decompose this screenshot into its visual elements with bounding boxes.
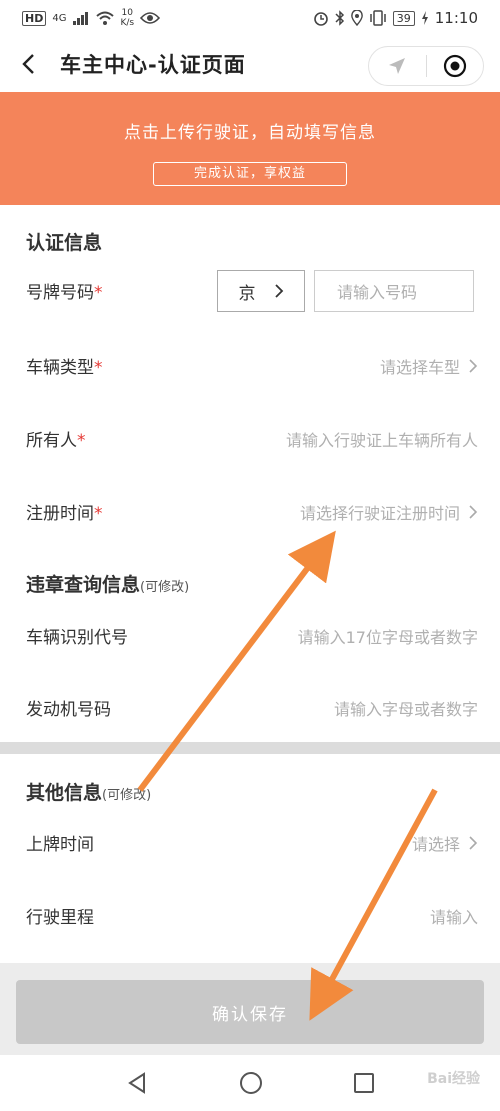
vehicle-type-label-text: 车辆类型: [26, 358, 94, 378]
upload-license-banner[interactable]: 点击上传行驶证，自动填写信息 完成认证，享权益: [0, 92, 500, 205]
chevron-right-icon: [469, 836, 478, 850]
bluetooth-icon: [335, 10, 344, 26]
clock: 11:10: [434, 9, 478, 27]
chevron-right-icon: [274, 284, 283, 298]
engine-number-label: 发动机号码: [26, 700, 111, 720]
vehicle-type-label: 车辆类型*: [26, 353, 103, 378]
banner-text: 点击上传行驶证，自动填写信息: [124, 123, 376, 143]
row-owner[interactable]: 所有人* 请输入行驶证上车辆所有人: [0, 418, 500, 458]
confirm-save-button[interactable]: 确认保存: [16, 980, 484, 1044]
mileage-label: 行驶里程: [26, 908, 94, 928]
back-button[interactable]: [16, 52, 40, 76]
system-nav-bar: [0, 1055, 500, 1111]
network-indicator: 4G: [52, 12, 67, 24]
editable-note: (可修改): [140, 580, 190, 595]
network-speed: 10 K/s: [120, 8, 134, 28]
vehicle-type-select[interactable]: 请选择车型: [380, 354, 478, 378]
battery-indicator: 39: [392, 10, 415, 26]
required-mark: *: [94, 358, 103, 378]
register-time-select[interactable]: 请选择行驶证注册时间: [300, 500, 478, 524]
banner-button[interactable]: 完成认证，享权益: [153, 162, 347, 186]
home-circle-icon[interactable]: [239, 1071, 263, 1095]
plate-number-label: 号牌号码*: [26, 278, 103, 303]
row-plate-time[interactable]: 上牌时间 请选择: [0, 822, 500, 862]
charging-icon: [421, 11, 428, 25]
location-button[interactable]: [369, 47, 426, 85]
section-divider: [0, 742, 500, 754]
owner-label: 所有人*: [26, 426, 86, 451]
section-title-cert: 认证信息: [26, 232, 103, 254]
speed-unit: K/s: [120, 18, 135, 28]
plate-time-placeholder: 请选择: [411, 835, 460, 854]
register-time-label: 注册时间*: [26, 499, 103, 524]
plate-time-label: 上牌时间: [26, 835, 94, 855]
hd-indicator: HD: [22, 10, 47, 26]
vehicle-type-placeholder: 请选择车型: [379, 358, 460, 377]
plate-number-input[interactable]: 请输入号码: [314, 270, 474, 312]
editable-note: (可修改): [102, 788, 152, 803]
page-title: 车主中心-认证页面: [60, 53, 246, 77]
owner-label-text: 所有人: [26, 431, 77, 451]
owner-input[interactable]: 请输入行驶证上车辆所有人: [286, 427, 478, 451]
chevron-right-icon: [469, 505, 478, 519]
speed-value: 10: [121, 8, 133, 18]
section-title-other: 其他信息(可修改): [26, 778, 151, 805]
alarm-icon: [313, 12, 328, 26]
register-time-placeholder: 请选择行驶证注册时间: [299, 504, 460, 523]
bottom-action-bar: 确认保存: [0, 963, 500, 1055]
back-triangle-icon[interactable]: [125, 1071, 149, 1095]
row-register-time[interactable]: 注册时间* 请选择行驶证注册时间: [0, 491, 500, 531]
other-title-text: 其他信息: [26, 782, 103, 804]
status-bar: HD 4G 10 K/s 39 11:10: [0, 0, 500, 36]
row-vin[interactable]: 车辆识别代号 请输入17位字母或者数字: [0, 615, 500, 655]
vin-input[interactable]: 请输入17位字母或者数字: [298, 624, 478, 648]
signal-icon: [73, 12, 89, 25]
back-arrow-icon: [22, 54, 34, 74]
miniprogram-capsule: [368, 46, 484, 86]
vin-label: 车辆识别代号: [26, 628, 128, 648]
row-vehicle-type[interactable]: 车辆类型* 请选择车型: [0, 345, 500, 385]
row-engine-number[interactable]: 发动机号码 请输入字母或者数字: [0, 687, 500, 727]
engine-number-input[interactable]: 请输入字母或者数字: [334, 696, 478, 720]
section-title-violation: 违章查询信息(可修改): [26, 570, 189, 597]
location-icon: [350, 10, 363, 26]
required-mark: *: [94, 283, 103, 303]
violation-title-text: 违章查询信息: [26, 574, 141, 596]
mileage-input[interactable]: 请输入: [430, 904, 478, 928]
register-time-label-text: 注册时间: [26, 504, 94, 524]
row-plate-number: 号牌号码* 京 请输入号码: [0, 270, 500, 312]
target-icon: [443, 54, 466, 78]
baidu-watermark: Bai经验: [427, 1071, 480, 1087]
chevron-right-icon: [469, 359, 478, 373]
required-mark: *: [94, 504, 103, 524]
vibrate-icon: [370, 10, 386, 26]
required-mark: *: [77, 431, 86, 451]
recents-square-icon[interactable]: [353, 1072, 375, 1094]
plate-label-text: 号牌号码: [26, 283, 94, 303]
eye-icon: [140, 12, 161, 24]
close-miniprogram-button[interactable]: [427, 47, 484, 85]
nav-bar: 车主中心-认证页面: [0, 36, 500, 92]
plate-time-select[interactable]: 请选择: [412, 831, 478, 855]
province-selector[interactable]: 京: [217, 270, 305, 312]
wifi-icon: [96, 11, 115, 25]
province-value: 京: [238, 283, 256, 304]
navigation-icon: [389, 58, 406, 74]
row-mileage[interactable]: 行驶里程 请输入: [0, 895, 500, 935]
